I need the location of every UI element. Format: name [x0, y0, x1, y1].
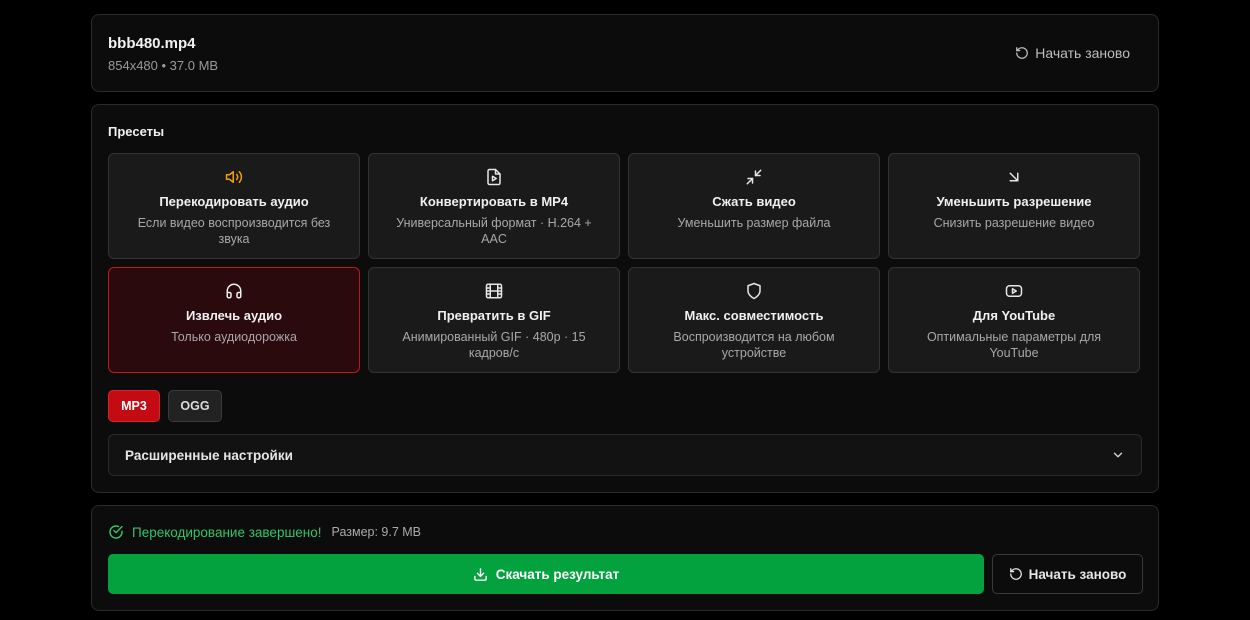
preset-max-compatibility[interactable]: Макс. совместимость Воспроизводится на л…	[628, 267, 880, 373]
status-row: Перекодирование завершено! Размер: 9.7 M…	[108, 524, 421, 540]
preset-title: Для YouTube	[972, 308, 1056, 323]
rotate-ccw-icon	[1009, 567, 1023, 581]
preset-desc: Снизить разрешение видео	[933, 216, 1095, 230]
preset-title: Макс. совместимость	[684, 308, 824, 323]
download-icon	[473, 567, 488, 582]
preset-desc: Анимированный GIF · 480p · 15 кадров/с	[402, 330, 586, 360]
audio-format-selector: MP3 OGG	[108, 390, 222, 422]
format-mp3-button[interactable]: MP3	[108, 390, 160, 422]
presets-title: Пресеты	[108, 124, 165, 139]
film-icon	[485, 282, 503, 300]
preset-title: Превратить в GIF	[437, 308, 551, 323]
preset-title: Сжать видео	[712, 194, 796, 209]
download-label: Скачать результат	[495, 566, 620, 582]
file-video-icon	[485, 168, 503, 186]
preset-desc: Уменьшить размер файла	[677, 216, 831, 230]
file-info-card: bbb480.mp4 854x480 • 37.0 MB Начать зано…	[91, 14, 1159, 92]
restart-label-bottom: Начать заново	[1028, 566, 1127, 582]
preset-title: Извлечь аудио	[185, 308, 283, 323]
rotate-ccw-icon	[1015, 46, 1029, 60]
chevron-down-icon	[1111, 448, 1125, 462]
advanced-settings-label: Расширенные настройки	[125, 447, 293, 463]
headphones-icon	[225, 282, 243, 300]
restart-button-bottom[interactable]: Начать заново	[992, 554, 1143, 594]
preset-title: Уменьшить разрешение	[936, 194, 1092, 209]
preset-youtube[interactable]: Для YouTube Оптимальные параметры для Yo…	[888, 267, 1140, 373]
preset-desc: Универсальный формат · H.264 + AAC	[396, 216, 592, 246]
check-circle-icon	[108, 524, 124, 540]
file-meta: 854x480 • 37.0 MB	[108, 58, 219, 73]
preset-title: Конвертировать в MP4	[419, 194, 569, 209]
preset-title: Перекодировать аудио	[159, 194, 309, 209]
status-text: Перекодирование завершено!	[132, 524, 322, 540]
shield-icon	[745, 282, 763, 300]
result-size: Размер: 9.7 MB	[331, 525, 422, 539]
youtube-icon	[1005, 282, 1023, 300]
preset-reencode-audio[interactable]: Перекодировать аудио Если видео воспроиз…	[108, 153, 360, 259]
preset-extract-audio[interactable]: Извлечь аудио Только аудиодорожка	[108, 267, 360, 373]
presets-grid: Перекодировать аудио Если видео воспроиз…	[108, 153, 1142, 373]
restart-label-top: Начать заново	[1035, 45, 1130, 61]
download-result-button[interactable]: Скачать результат	[108, 554, 984, 594]
presets-card: Пресеты Перекодировать аудио Если видео …	[91, 104, 1159, 493]
preset-desc: Воспроизводится на любом устройстве	[673, 330, 835, 360]
preset-reduce-resolution[interactable]: Уменьшить разрешение Снизить разрешение …	[888, 153, 1140, 259]
preset-make-gif[interactable]: Превратить в GIF Анимированный GIF · 480…	[368, 267, 620, 373]
arrow-down-right-icon	[1005, 168, 1023, 186]
advanced-settings-toggle[interactable]: Расширенные настройки	[108, 434, 1142, 476]
result-card: Перекодирование завершено! Размер: 9.7 M…	[91, 505, 1159, 611]
preset-desc: Оптимальные параметры для YouTube	[926, 330, 1102, 360]
preset-desc: Только аудиодорожка	[171, 330, 297, 344]
preset-compress-video[interactable]: Сжать видео Уменьшить размер файла	[628, 153, 880, 259]
preset-convert-mp4[interactable]: Конвертировать в MP4 Универсальный форма…	[368, 153, 620, 259]
restart-button-top[interactable]: Начать заново	[1003, 39, 1142, 67]
format-ogg-button[interactable]: OGG	[168, 390, 222, 422]
compress-icon	[745, 168, 763, 186]
preset-desc: Если видео воспроизводится без звука	[137, 216, 331, 246]
file-name: bbb480.mp4	[108, 35, 196, 52]
speaker-icon	[225, 168, 243, 186]
